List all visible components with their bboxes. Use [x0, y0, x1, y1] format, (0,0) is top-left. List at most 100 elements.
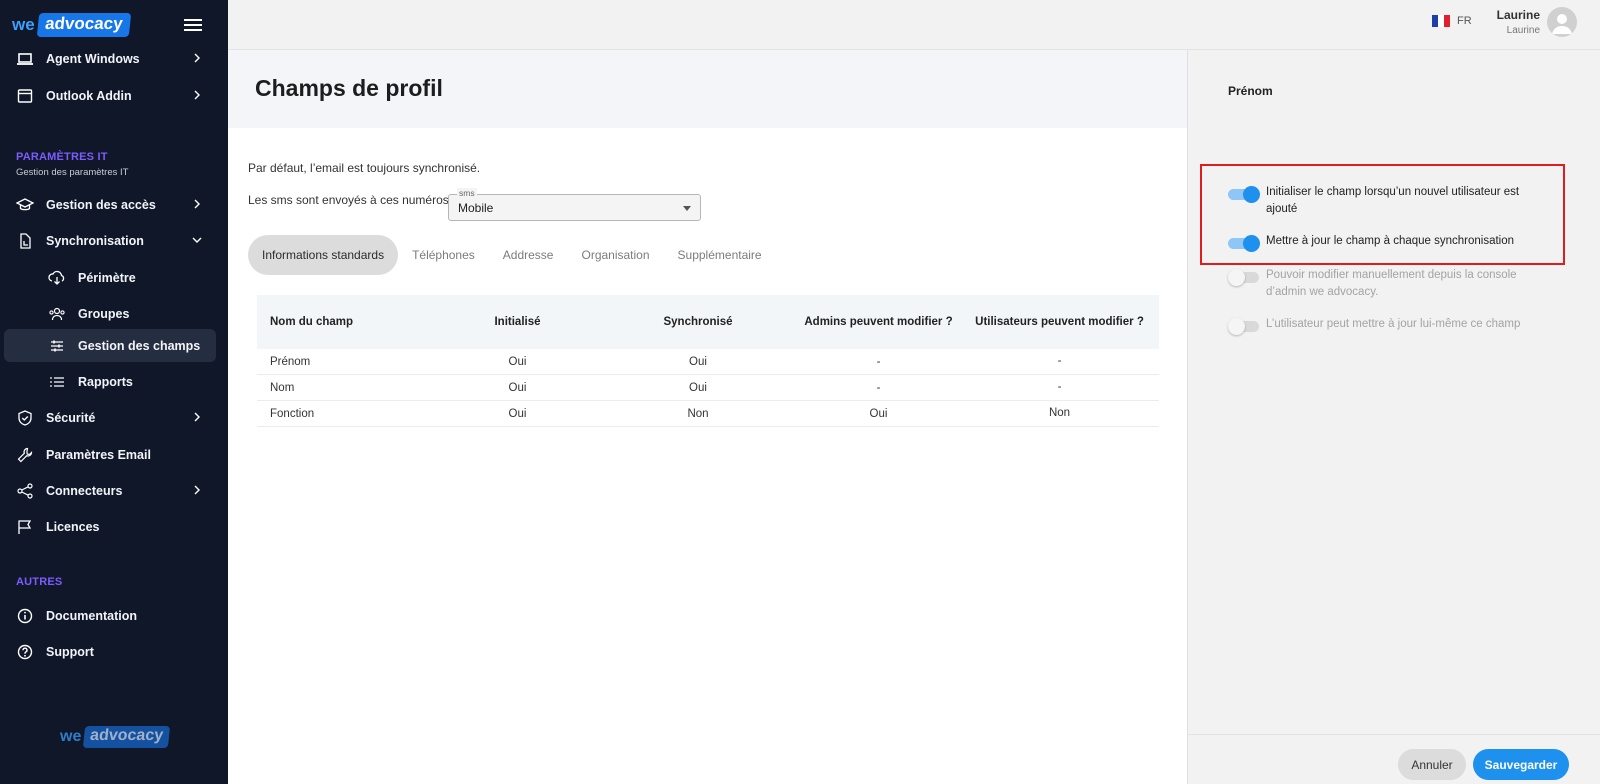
table-row[interactable]: Nom Oui Oui - -	[257, 375, 1159, 401]
sidebar-item-label: Documentation	[46, 608, 137, 623]
panel-footer: Annuler Sauvegarder	[1188, 734, 1600, 784]
sidebar-item-label: Paramètres Email	[46, 447, 151, 462]
option-label: L’utilisateur peut mettre à jour lui-mêm…	[1266, 318, 1521, 330]
option-user-edit[interactable]: L’utilisateur peut mettre à jour lui-mêm…	[1228, 316, 1538, 335]
top-bar	[228, 0, 1600, 50]
sidebar-item-support[interactable]: Support	[4, 635, 216, 668]
table-cell: Oui	[508, 355, 527, 368]
help-icon	[16, 643, 34, 661]
option-init-on-new-user[interactable]: Initialiser le champ lorsqu’un nouvel ut…	[1228, 184, 1538, 218]
column-header: Utilisateurs peuvent modifier ?	[975, 315, 1144, 328]
column-header: Initialisé	[494, 316, 541, 328]
sidebar-item-gestion-acces[interactable]: Gestion des accès	[4, 188, 216, 221]
fields-table: Nom du champ Initialisé Synchronisé Admi…	[257, 295, 1159, 427]
table-cell: Fonction	[270, 407, 315, 420]
sidebar-item-rapports[interactable]: Rapports	[4, 365, 216, 398]
download-cloud-icon	[48, 269, 66, 287]
sidebar-item-connecteurs[interactable]: Connecteurs	[4, 474, 216, 507]
sidebar: we advocacy Agent Windows Outlook Addin …	[0, 0, 228, 784]
user-avatar-icon	[1552, 14, 1572, 34]
sidebar-item-label: Gestion des champs	[78, 338, 201, 353]
column-header: Admins peuvent modifier ?	[804, 316, 953, 328]
toggle-switch[interactable]	[1228, 318, 1259, 335]
sidebar-item-label: Groupes	[78, 306, 130, 321]
graduation-cap-icon	[16, 196, 34, 214]
user-name[interactable]: Laurine	[1497, 8, 1540, 22]
sidebar-item-documentation[interactable]: Documentation	[4, 599, 216, 632]
sidebar-item-groupes[interactable]: Groupes	[4, 297, 216, 330]
brand-logo[interactable]: we advocacy	[12, 12, 131, 38]
sms-select[interactable]: sms Mobile	[448, 188, 701, 221]
sidebar-item-licences[interactable]: Licences	[4, 510, 216, 543]
chevron-right-icon	[194, 412, 200, 422]
table-cell: -	[1057, 355, 1062, 367]
user-subtitle: Laurine	[1506, 25, 1540, 36]
tab-organisation[interactable]: Organisation	[567, 235, 663, 275]
email-sync-note: Par défaut, l’email est toujours synchro…	[248, 161, 481, 175]
sidebar-item-label: Synchronisation	[46, 233, 144, 248]
menu-toggle-icon[interactable]	[184, 16, 202, 32]
table-cell: Oui	[508, 407, 527, 420]
option-label: Mettre à jour le champ à chaque synchron…	[1266, 235, 1515, 247]
tab-informations-standards[interactable]: Informations standards	[248, 235, 399, 275]
field-settings-panel: Prénom Initialiser le champ lorsqu’un no…	[1187, 50, 1600, 784]
sliders-icon	[48, 337, 66, 355]
sidebar-item-gestion-champs[interactable]: Gestion des champs	[4, 329, 216, 362]
avatar[interactable]	[1547, 7, 1577, 37]
section-title-it: PARAMÈTRES IT	[16, 151, 108, 163]
language-selector[interactable]: FR	[1432, 15, 1472, 27]
dropdown-caret-icon	[683, 206, 691, 211]
sidebar-item-securite[interactable]: Sécurité	[4, 401, 216, 434]
brand-we: we	[60, 728, 82, 745]
section-subtitle-it: Gestion des paramètres IT	[16, 167, 129, 178]
table-cell: Oui	[689, 355, 707, 368]
sidebar-item-label: Sécurité	[46, 410, 96, 425]
table-row[interactable]: Prénom Oui Oui - -	[257, 349, 1159, 375]
option-update-on-sync[interactable]: Mettre à jour le champ à chaque synchron…	[1228, 233, 1538, 252]
sidebar-item-synchronisation[interactable]: Synchronisation	[4, 224, 216, 257]
sidebar-item-label: Rapports	[78, 374, 133, 389]
column-header: Nom du champ	[270, 316, 354, 328]
option-admin-edit[interactable]: Pouvoir modifier manuellement depuis la …	[1228, 267, 1538, 301]
save-button[interactable]: Sauvegarder	[1473, 749, 1569, 780]
table-cell: -	[876, 381, 881, 394]
toggle-switch[interactable]	[1228, 269, 1259, 286]
tab-addresse[interactable]: Addresse	[489, 235, 568, 275]
toggle-switch[interactable]	[1228, 186, 1260, 203]
table-row[interactable]: Fonction Oui Non Oui Non	[257, 401, 1159, 427]
main-content: Par défaut, l’email est toujours synchro…	[228, 128, 1187, 784]
sidebar-item-parametres-email[interactable]: Paramètres Email	[4, 438, 216, 471]
brand-advocacy: advocacy	[83, 726, 171, 748]
table-cell: Oui	[869, 407, 888, 420]
table-cell: Non	[687, 407, 709, 420]
sidebar-item-label: Agent Windows	[46, 51, 140, 66]
toggle-switch[interactable]	[1228, 235, 1260, 252]
tab-bar: Informations standards Téléphones Addres…	[248, 235, 776, 275]
info-icon	[16, 607, 34, 625]
sidebar-item-label: Gestion des accès	[46, 197, 156, 212]
sidebar-item-label: Outlook Addin	[46, 88, 132, 103]
panel-title: Prénom	[1228, 84, 1273, 98]
page-title: Champs de profil	[255, 75, 443, 101]
cancel-button[interactable]: Annuler	[1398, 749, 1466, 780]
brand-advocacy: advocacy	[36, 13, 131, 37]
sidebar-item-perimetre[interactable]: Périmètre	[4, 261, 216, 294]
sidebar-item-outlook-addin[interactable]: Outlook Addin	[4, 79, 216, 112]
tab-telephones[interactable]: Téléphones	[398, 235, 489, 275]
tab-supplementaire[interactable]: Supplémentaire	[664, 235, 776, 275]
sidebar-item-label: Périmètre	[78, 270, 136, 285]
shield-check-icon	[16, 409, 34, 427]
table-cell: Nom	[270, 381, 295, 394]
column-header: Synchronisé	[663, 316, 733, 328]
chevron-right-icon	[194, 53, 200, 63]
sidebar-item-label: Support	[46, 644, 94, 659]
list-icon	[48, 373, 66, 391]
table-header: Nom du champ Initialisé Synchronisé Admi…	[257, 295, 1159, 349]
table-cell: Oui	[689, 381, 707, 394]
option-label: Initialiser le champ lorsqu’un nouvel ut…	[1266, 186, 1520, 215]
flag-icon	[16, 518, 34, 536]
sidebar-item-agent-windows[interactable]: Agent Windows	[4, 42, 216, 75]
users-icon	[48, 305, 66, 323]
sync-doc-icon	[16, 232, 34, 250]
table-cell: Non	[1048, 407, 1071, 419]
